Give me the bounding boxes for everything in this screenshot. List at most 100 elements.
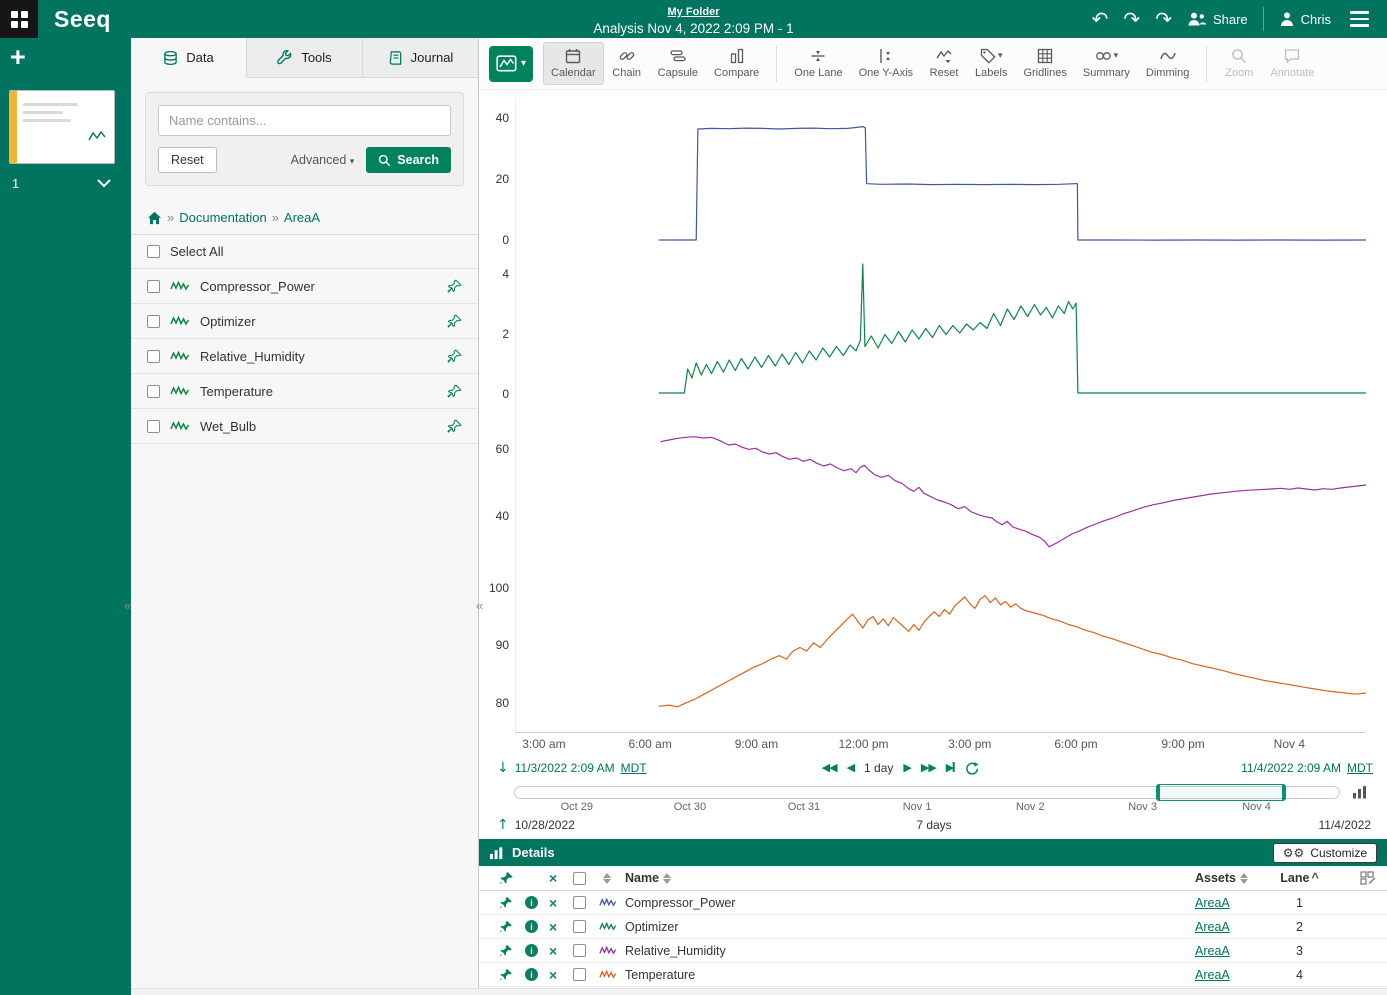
pin-icon[interactable] <box>447 419 462 434</box>
refresh-icon[interactable] <box>964 761 978 775</box>
tab-tools[interactable]: Tools <box>247 38 363 77</box>
timezone-link[interactable]: MDT <box>621 761 647 775</box>
investigate-duration[interactable]: 7 days <box>916 818 951 832</box>
advanced-toggle[interactable]: Advanced ▾ <box>291 153 355 167</box>
pin-icon[interactable] <box>499 944 513 958</box>
reset-button[interactable]: Reset <box>158 147 217 173</box>
redo-all-icon[interactable]: ↷ <box>1155 9 1172 29</box>
customize-button[interactable]: ⚙⚙ Customize <box>1273 843 1377 863</box>
investigate-start-date[interactable]: 10/28/2022 <box>515 818 575 832</box>
asset-link[interactable]: AreaA <box>1195 968 1230 982</box>
pin-icon[interactable] <box>447 349 462 364</box>
trend-lane-optimizer[interactable] <box>515 255 1365 410</box>
search-button[interactable]: Search <box>366 147 451 173</box>
toolbar-button-one-lane[interactable]: One Lane <box>786 42 850 85</box>
step-forward-full-icon[interactable]: ▶▶ <box>921 761 936 774</box>
trend-lane-relative-humidity[interactable] <box>515 410 1365 575</box>
worksheet-thumbnail[interactable] <box>9 90 115 164</box>
list-item-optimizer[interactable]: Optimizer <box>131 304 478 339</box>
range-start-datetime[interactable]: 11/3/2022 2:09 AM <box>515 761 615 775</box>
toolbar-button-summary[interactable]: ▾ Summary <box>1075 42 1138 85</box>
item-checkbox[interactable] <box>147 280 160 293</box>
remove-icon[interactable]: × <box>549 944 573 958</box>
redo-icon[interactable]: ↷ <box>1123 9 1140 29</box>
pin-icon[interactable] <box>447 384 462 399</box>
pin-icon[interactable] <box>447 314 462 329</box>
info-icon[interactable]: i <box>525 920 538 933</box>
remove-icon[interactable]: × <box>549 968 573 982</box>
select-all-checkbox[interactable] <box>147 245 160 258</box>
overview-chart-icon[interactable] <box>1352 785 1368 799</box>
range-start-arrow-icon[interactable]: ↓ <box>497 760 509 776</box>
sort-icon[interactable] <box>663 873 671 884</box>
toolbar-button-calendar[interactable]: Calendar <box>543 42 604 85</box>
item-checkbox[interactable] <box>147 315 160 328</box>
toolbar-button-labels[interactable]: ▾ Labels <box>967 42 1015 85</box>
info-icon[interactable]: i <box>525 944 538 957</box>
list-item-compressor-power[interactable]: Compressor_Power <box>131 269 478 304</box>
column-lane[interactable]: Lane <box>1280 871 1309 885</box>
app-switcher-button[interactable] <box>0 0 38 38</box>
remove-all-icon[interactable]: × <box>549 871 573 885</box>
pin-icon[interactable] <box>499 968 513 982</box>
timezone-link[interactable]: MDT <box>1347 761 1373 775</box>
info-icon[interactable]: i <box>525 968 538 981</box>
y-axis-optimizer[interactable]: 024 <box>479 255 515 405</box>
pin-icon[interactable] <box>499 896 513 910</box>
add-column-icon[interactable] <box>1360 871 1377 886</box>
toolbar-button-compare[interactable]: Compare <box>706 42 767 85</box>
undo-icon[interactable]: ↶ <box>1092 9 1109 29</box>
sort-icon[interactable] <box>603 873 621 884</box>
range-end-datetime[interactable]: 11/4/2022 2:09 AM <box>1241 761 1341 775</box>
info-icon[interactable]: i <box>525 896 538 909</box>
item-checkbox[interactable] <box>147 350 160 363</box>
step-forward-half-icon[interactable]: ▶ <box>903 761 910 774</box>
search-input[interactable] <box>158 105 451 136</box>
sort-icon[interactable] <box>1240 873 1248 884</box>
asset-link[interactable]: AreaA <box>1195 896 1230 910</box>
column-assets[interactable]: Assets <box>1195 871 1236 885</box>
toolbar-button-one-y-axis[interactable]: One Y-Axis <box>851 42 921 85</box>
hamburger-menu-icon[interactable] <box>1346 7 1373 31</box>
column-name[interactable]: Name <box>625 871 659 885</box>
row-checkbox[interactable] <box>573 944 586 957</box>
row-checkbox[interactable] <box>573 920 586 933</box>
list-item-temperature[interactable]: Temperature <box>131 374 478 409</box>
share-button[interactable]: Share <box>1187 11 1248 27</box>
y-axis-compressor-power[interactable]: 02040 <box>479 98 515 250</box>
pin-icon[interactable] <box>447 279 462 294</box>
toolbar-button-capsule[interactable]: Capsule <box>650 42 706 85</box>
list-item-relative-humidity[interactable]: Relative_Humidity <box>131 339 478 374</box>
breadcrumb-areaa[interactable]: AreaA <box>284 210 320 225</box>
details-row-optimizer[interactable]: i × Optimizer AreaA 2 <box>479 915 1387 939</box>
row-checkbox[interactable] <box>573 968 586 981</box>
collapse-data-panel-icon[interactable]: « <box>476 598 483 613</box>
investigate-range-arrow-icon[interactable]: ↑ <box>497 817 509 833</box>
tab-data[interactable]: Data <box>131 38 247 78</box>
row-checkbox[interactable] <box>573 896 586 909</box>
tab-journal[interactable]: Journal <box>363 38 478 77</box>
y-axis-temperature[interactable]: 8090100 <box>479 575 515 727</box>
home-icon[interactable] <box>147 211 162 225</box>
breadcrumb-documentation[interactable]: Documentation <box>179 210 266 225</box>
toolbar-button-gridlines[interactable]: Gridlines <box>1015 42 1074 85</box>
investigate-end-date[interactable]: 11/4/2022 <box>1319 818 1372 832</box>
toolbar-button-chain[interactable]: Chain <box>604 42 650 85</box>
item-checkbox[interactable] <box>147 420 160 433</box>
user-menu[interactable]: Chris <box>1279 11 1331 27</box>
trend-lane-temperature[interactable] <box>515 575 1365 732</box>
list-item-wet-bulb[interactable]: Wet_Bulb <box>131 409 478 444</box>
details-row-compressor-power[interactable]: i × Compressor_Power AreaA 1 <box>479 891 1387 915</box>
step-to-now-icon[interactable]: ▶ <box>946 761 954 774</box>
worksheet-chevron-down-icon[interactable] <box>96 176 112 194</box>
add-worksheet-button[interactable]: + <box>10 44 26 71</box>
item-checkbox[interactable] <box>147 385 160 398</box>
toolbar-button-dimming[interactable]: Dimming <box>1138 42 1197 85</box>
collapse-worksheet-strip-icon[interactable]: « <box>124 598 131 613</box>
step-back-full-icon[interactable]: ◀◀ <box>822 761 837 774</box>
remove-icon[interactable]: × <box>549 896 573 910</box>
overview-selection-window[interactable] <box>1156 784 1286 801</box>
toolbar-button-zoom[interactable]: Zoom <box>1216 42 1262 85</box>
remove-icon[interactable]: × <box>549 920 573 934</box>
toolbar-button-annotate[interactable]: Annotate <box>1262 42 1322 85</box>
